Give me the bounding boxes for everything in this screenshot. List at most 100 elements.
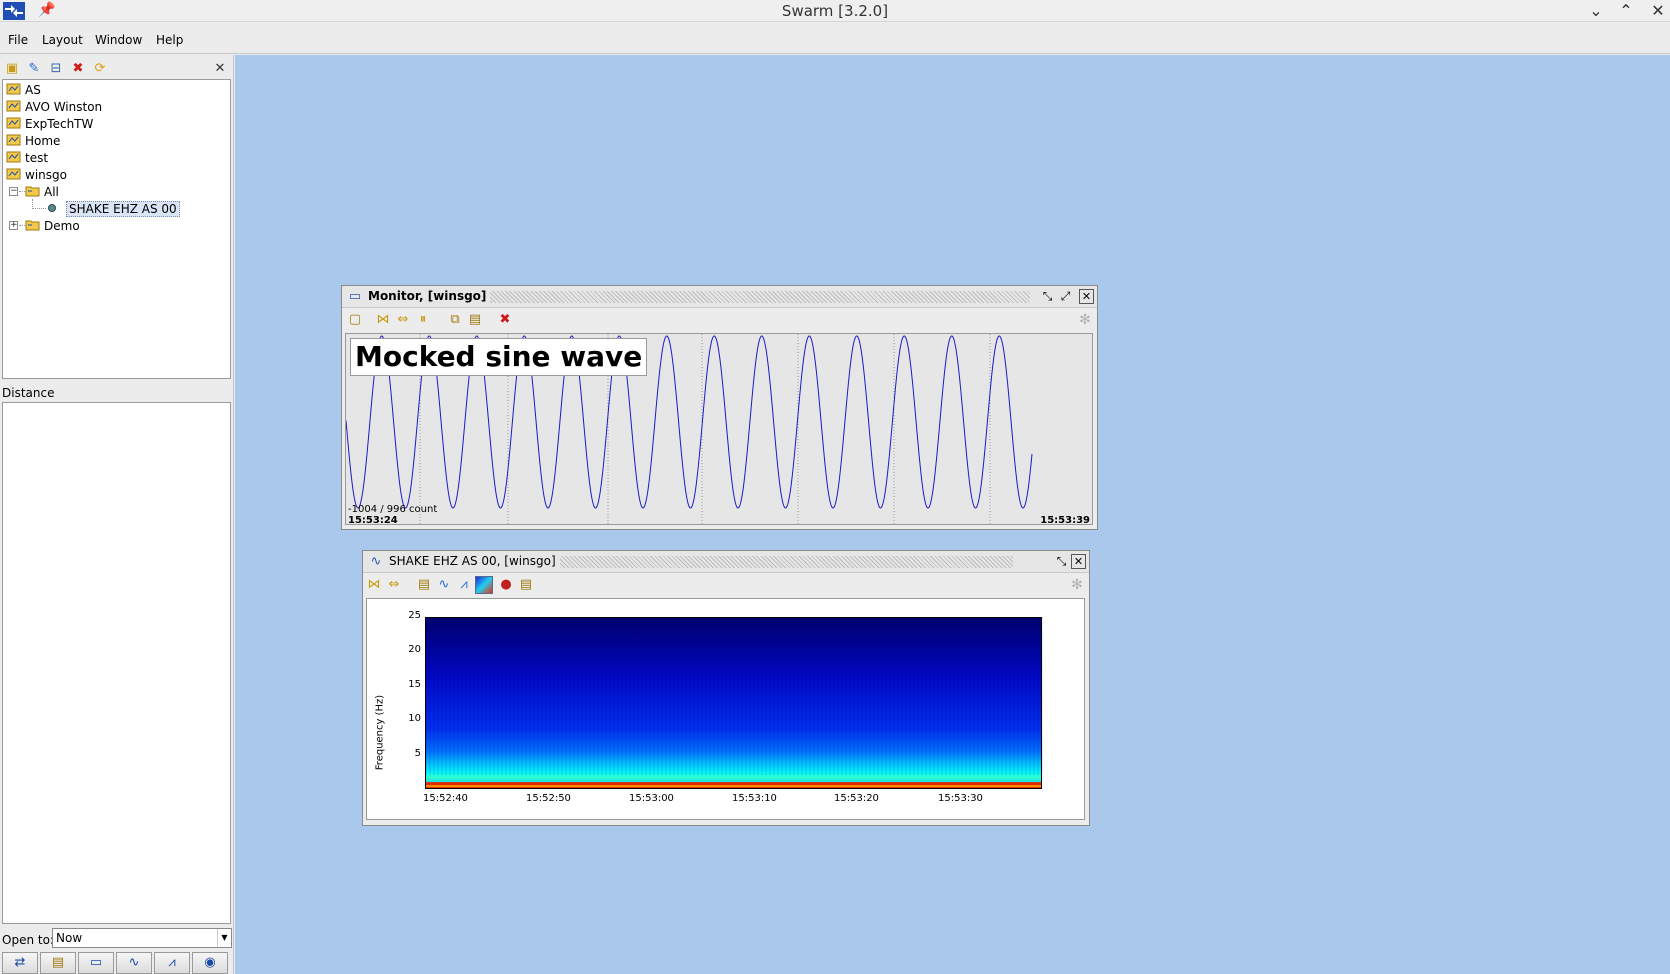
minimize-frame-icon[interactable]: ⤡ — [1039, 288, 1056, 305]
menu-file[interactable]: File — [8, 33, 28, 47]
tree-folder-all[interactable]: All — [25, 184, 59, 201]
close-panel-icon[interactable]: ✕ — [211, 60, 229, 78]
spectrogram-heatmap — [425, 617, 1043, 789]
start-time: 15:53:24 — [348, 515, 398, 525]
x-tick-label: 15:53:00 — [629, 793, 674, 804]
spectra-view-icon[interactable]: ⩘ — [455, 576, 473, 594]
refresh-icon[interactable]: ⟳ — [91, 60, 109, 78]
paste-icon[interactable]: ▤ — [466, 311, 484, 329]
x-tick-label: 15:52:40 — [423, 793, 468, 804]
minimize-frame-icon[interactable]: ⤡ — [1053, 553, 1070, 570]
close-icon[interactable]: ✕ — [1648, 1, 1668, 20]
amplitude-range: -1004 / 996 count — [348, 504, 438, 515]
folder-icon — [25, 220, 40, 231]
x-tick-label: 15:53:20 — [834, 793, 879, 804]
monitor-titlebar[interactable]: ▭ Monitor, [winsgo] ⤡ ⤢ ✕ — [342, 286, 1097, 308]
map-button[interactable]: ◉ — [192, 952, 228, 974]
x-tick-label: 15:52:50 — [526, 793, 571, 804]
tree-item-avo-winston[interactable]: AVO Winston — [6, 99, 102, 116]
tree-channel-shake-ehz[interactable]: SHAKE EHZ AS 00 — [47, 201, 180, 218]
open-to-label: Open to: — [2, 933, 54, 947]
loading-spinner-icon: ✻ — [1079, 312, 1091, 328]
maximize-frame-icon[interactable]: ⤢ — [1057, 288, 1074, 305]
tree-folder-demo[interactable]: Demo — [25, 218, 80, 235]
wave-button[interactable]: ∿ — [116, 952, 152, 974]
open-helicorder-button[interactable]: ⇄ — [2, 952, 38, 974]
spectra-button[interactable]: ⩘ — [154, 952, 190, 974]
menu-bar: File Layout Window Help — [0, 22, 1670, 54]
monitor-toolbar: ▢ ⋈ ⇔ ⏸ ⧉ ▤ ✖ ✻ — [342, 309, 1097, 331]
monitor-icon: ▭ — [348, 289, 362, 304]
expand-x-icon[interactable]: ⇔ — [394, 311, 412, 329]
tree-item-exptechtw[interactable]: ExpTechTW — [6, 116, 93, 133]
tree-folder-label: All — [44, 185, 59, 199]
dropdown-arrow-icon[interactable]: ▼ — [217, 929, 231, 947]
spectrogram-toolbar: ⋈ ⇔ ▤ ∿ ⩘ ● ▤ ✻ — [363, 574, 1089, 596]
tree-item-home[interactable]: Home — [6, 133, 60, 150]
waveform-plot[interactable]: Mocked sine wave -1004 / 996 count 15:53… — [345, 333, 1093, 525]
new-server-icon[interactable]: ▣ — [3, 60, 21, 78]
monitor-title: Monitor, [winsgo] — [368, 289, 491, 303]
x-tick-label: 15:53:10 — [732, 793, 777, 804]
spectrogram-title: SHAKE EHZ AS 00, [winsgo] — [389, 554, 560, 568]
tree-item-winsgo[interactable]: winsgo — [6, 167, 67, 184]
chooser-action-bar: ⇄ ▤ ▭ ∿ ⩘ ◉ — [0, 952, 232, 974]
loading-spinner-icon: ✻ — [1071, 577, 1083, 593]
menu-window[interactable]: Window — [95, 33, 142, 47]
copy-icon[interactable]: ⧉ — [446, 311, 464, 329]
open-to-select[interactable]: Now ▼ — [52, 928, 232, 948]
data-chooser-panel: ▣ ✎ ⊟ ✖ ⟳ ✕ AS AVO Winston ExpTechTW Hom… — [0, 55, 234, 974]
maximize-icon[interactable]: ⌃ — [1616, 1, 1636, 20]
edit-server-icon[interactable]: ✎ — [25, 60, 43, 78]
menu-help[interactable]: Help — [156, 33, 183, 47]
server-icon — [6, 83, 21, 95]
waveform-label: Mocked sine wave — [350, 338, 648, 376]
close-frame-icon[interactable]: ✕ — [1071, 554, 1086, 569]
compress-x-icon[interactable]: ⋈ — [365, 576, 383, 594]
clipboard-button[interactable]: ▤ — [40, 952, 76, 974]
collapse-all-icon[interactable]: ⊟ — [47, 60, 65, 78]
monitor-button[interactable]: ▭ — [78, 952, 114, 974]
wave-view-icon[interactable]: ∿ — [435, 576, 453, 594]
y-tick-label: 20 — [408, 644, 421, 656]
open-to-value: Now — [56, 931, 83, 945]
tree-item-as[interactable]: AS — [6, 82, 41, 99]
spectrogram-plot[interactable]: Frequency (Hz) 25 20 15 10 5 15:52:40 15:52:5… — [366, 598, 1085, 820]
y-tick-label: 25 — [408, 610, 421, 621]
server-icon — [6, 117, 21, 129]
spectrogram-view-icon[interactable] — [475, 576, 493, 594]
clipboard-icon[interactable]: ▤ — [517, 576, 535, 594]
title-bar: 📌 Swarm [3.2.0] ⌄ ⌃ ✕ — [0, 0, 1670, 22]
tree-item-label: ExpTechTW — [25, 117, 94, 131]
y-tick-label: 15 — [408, 678, 421, 690]
folder-open-icon — [25, 186, 40, 197]
monitor-window: ▭ Monitor, [winsgo] ⤡ ⤢ ✕ ▢ ⋈ ⇔ ⏸ ⧉ ▤ ✖ … — [341, 285, 1098, 530]
server-icon — [6, 134, 21, 146]
compress-x-icon[interactable]: ⋈ — [374, 311, 392, 329]
delete-server-icon[interactable]: ✖ — [69, 60, 87, 78]
server-icon — [6, 168, 21, 180]
settings-icon[interactable]: ▤ — [415, 576, 433, 594]
channel-dot-icon — [48, 204, 56, 212]
expand-toggle-demo[interactable]: + — [9, 221, 18, 230]
tree-item-label: test — [25, 151, 49, 165]
desktop-area: ▭ Monitor, [winsgo] ⤡ ⤢ ✕ ▢ ⋈ ⇔ ⏸ ⧉ ▤ ✖ … — [235, 55, 1670, 974]
spectrogram-window: ∿ SHAKE EHZ AS 00, [winsgo] ⤡ ✕ ⋈ ⇔ ▤ ∿ … — [362, 550, 1090, 826]
remove-icon[interactable]: ✖ — [496, 311, 514, 329]
distance-list[interactable] — [2, 402, 231, 924]
new-icon[interactable]: ▢ — [346, 311, 364, 329]
wave-icon: ∿ — [370, 554, 382, 569]
expand-x-icon[interactable]: ⇔ — [385, 576, 403, 594]
tree-item-label: AVO Winston — [25, 100, 103, 114]
tree-item-label: AS — [25, 83, 41, 97]
collapse-toggle-all[interactable]: − — [9, 187, 18, 196]
menu-layout[interactable]: Layout — [42, 33, 83, 47]
chooser-toolbar: ▣ ✎ ⊟ ✖ ⟳ ✕ — [3, 60, 229, 78]
pause-icon[interactable]: ⏸ — [414, 311, 432, 329]
particle-motion-icon[interactable]: ● — [497, 576, 515, 594]
spectrogram-titlebar[interactable]: ∿ SHAKE EHZ AS 00, [winsgo] ⤡ ✕ — [363, 551, 1089, 573]
minimize-icon[interactable]: ⌄ — [1586, 1, 1606, 20]
tree-item-test[interactable]: test — [6, 150, 48, 167]
close-frame-icon[interactable]: ✕ — [1079, 289, 1094, 304]
server-icon — [6, 151, 21, 163]
